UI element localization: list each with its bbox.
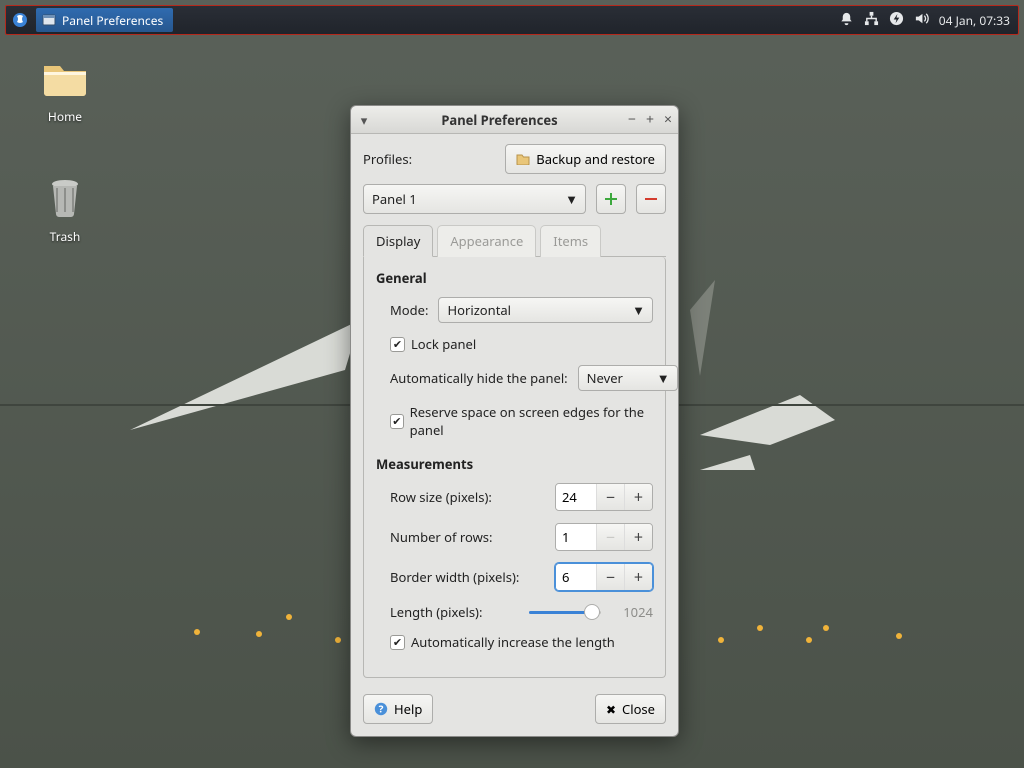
dialog-footer: ? Help ✖ Close <box>351 684 678 736</box>
folder-icon <box>516 153 530 165</box>
chevron-down-icon: ▼ <box>657 369 670 387</box>
row-size-label: Row size (pixels): <box>390 488 492 506</box>
maximize-button[interactable]: + <box>646 110 654 129</box>
desktop-icon-trash[interactable]: Trash <box>20 178 110 245</box>
decrement-button[interactable]: − <box>596 524 624 550</box>
close-icon: ✖ <box>606 701 616 718</box>
plus-icon <box>604 192 618 206</box>
length-value: 1024 <box>613 603 653 621</box>
svg-text:?: ? <box>379 702 384 716</box>
desktop-icon-label: Home <box>20 108 110 125</box>
checkbox-icon <box>390 635 405 650</box>
system-tray: 04 Jan, 07:33 <box>831 11 1018 30</box>
display-pane: General Mode: Horizontal ▼ Lock panel Au… <box>363 257 666 678</box>
backup-restore-button[interactable]: Backup and restore <box>505 144 666 174</box>
add-panel-button[interactable] <box>596 184 626 214</box>
length-slider[interactable] <box>529 604 601 620</box>
minimize-button[interactable]: − <box>628 110 636 129</box>
panel-preferences-window: ▾ Panel Preferences − + × Profiles: Back… <box>350 105 679 737</box>
auto-hide-label: Automatically hide the panel: <box>390 369 568 387</box>
measurements-heading: Measurements <box>376 455 653 473</box>
titlebar[interactable]: ▾ Panel Preferences − + × <box>351 106 678 134</box>
num-rows-label: Number of rows: <box>390 528 493 546</box>
folder-icon <box>41 58 89 98</box>
tab-items[interactable]: Items <box>540 225 601 257</box>
power-icon[interactable] <box>889 11 904 30</box>
tab-appearance[interactable]: Appearance <box>437 225 536 257</box>
row-size-spinner[interactable]: − + <box>555 483 653 511</box>
border-width-input[interactable] <box>556 564 596 590</box>
border-width-spinner[interactable]: − + <box>555 563 653 591</box>
tab-display[interactable]: Display <box>363 225 433 257</box>
desktop-icon-home[interactable]: Home <box>20 58 110 125</box>
checkbox-icon <box>390 337 405 352</box>
close-button[interactable]: ✖ Close <box>595 694 666 724</box>
num-rows-input[interactable] <box>556 524 596 550</box>
profiles-label: Profiles: <box>363 150 412 168</box>
panel-selector[interactable]: Panel 1 ▼ <box>363 184 586 214</box>
window-menu-icon[interactable]: ▾ <box>357 111 371 129</box>
length-label: Length (pixels): <box>390 603 482 621</box>
app-menu-button[interactable] <box>6 6 34 34</box>
mode-dropdown[interactable]: Horizontal ▼ <box>438 297 653 323</box>
decrement-button[interactable]: − <box>596 484 624 510</box>
clock[interactable]: 04 Jan, 07:33 <box>939 12 1010 29</box>
network-icon[interactable] <box>864 11 879 30</box>
taskbar-window-button[interactable]: Panel Preferences <box>36 8 173 32</box>
mode-label: Mode: <box>390 301 428 319</box>
row-size-input[interactable] <box>556 484 596 510</box>
reserve-space-checkbox[interactable]: Reserve space on screen edges for the pa… <box>390 403 653 439</box>
slider-thumb[interactable] <box>584 604 600 620</box>
increment-button[interactable]: + <box>624 564 652 590</box>
window-icon <box>42 13 56 27</box>
decrement-button[interactable]: − <box>596 564 624 590</box>
minus-icon <box>644 192 658 206</box>
window-title: Panel Preferences <box>371 111 628 129</box>
num-rows-spinner[interactable]: − + <box>555 523 653 551</box>
help-button[interactable]: ? Help <box>363 694 433 724</box>
tab-bar: Display Appearance Items <box>363 224 666 257</box>
increment-button[interactable]: + <box>624 524 652 550</box>
chevron-down-icon: ▼ <box>565 190 578 208</box>
chevron-down-icon: ▼ <box>632 301 645 319</box>
remove-panel-button[interactable] <box>636 184 666 214</box>
close-window-button[interactable]: × <box>664 110 672 129</box>
taskbar-window-title: Panel Preferences <box>62 12 163 29</box>
desktop-icon-label: Trash <box>20 228 110 245</box>
auto-hide-dropdown[interactable]: Never ▼ <box>578 365 678 391</box>
lock-panel-checkbox[interactable]: Lock panel <box>390 335 653 353</box>
taskbar: Panel Preferences 04 Jan, 07:33 <box>5 5 1019 35</box>
auto-increase-checkbox[interactable]: Automatically increase the length <box>390 633 653 651</box>
checkbox-icon <box>390 414 404 429</box>
increment-button[interactable]: + <box>624 484 652 510</box>
general-heading: General <box>376 269 653 287</box>
border-width-label: Border width (pixels): <box>390 568 519 586</box>
trash-icon <box>41 178 89 218</box>
volume-icon[interactable] <box>914 11 929 30</box>
help-icon: ? <box>374 702 388 716</box>
notification-icon[interactable] <box>839 11 854 30</box>
